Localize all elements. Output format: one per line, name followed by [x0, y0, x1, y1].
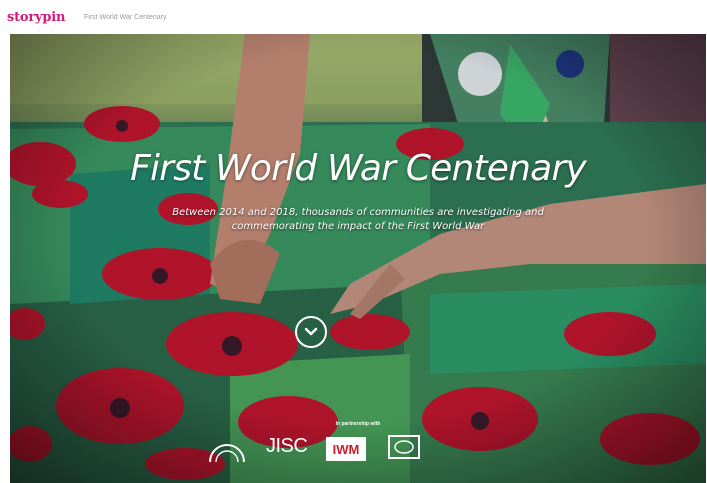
top-bar: storypin First World War Centenary — [0, 0, 707, 34]
partner-label: In partnership with — [335, 421, 381, 427]
box-logo-icon[interactable] — [387, 434, 421, 460]
page-title: First World War Centenary — [130, 148, 587, 189]
hero-banner: First World War Centenary Between 2014 a… — [10, 34, 706, 483]
jisc-logo[interactable]: JISC — [266, 435, 308, 458]
chevron-down-icon — [304, 327, 318, 336]
partner-logos: JISC IWM — [10, 432, 706, 466]
storypin-logo[interactable]: storypin — [7, 10, 65, 25]
page-subtitle: Between 2014 and 2018, thousands of comm… — [172, 207, 544, 232]
arch-logo-icon[interactable] — [206, 434, 248, 464]
hero-background-image — [10, 34, 706, 483]
iwm-logo[interactable]: IWM — [326, 437, 366, 461]
scroll-down-button[interactable] — [295, 316, 327, 348]
breadcrumb[interactable]: First World War Centenary — [84, 14, 166, 21]
